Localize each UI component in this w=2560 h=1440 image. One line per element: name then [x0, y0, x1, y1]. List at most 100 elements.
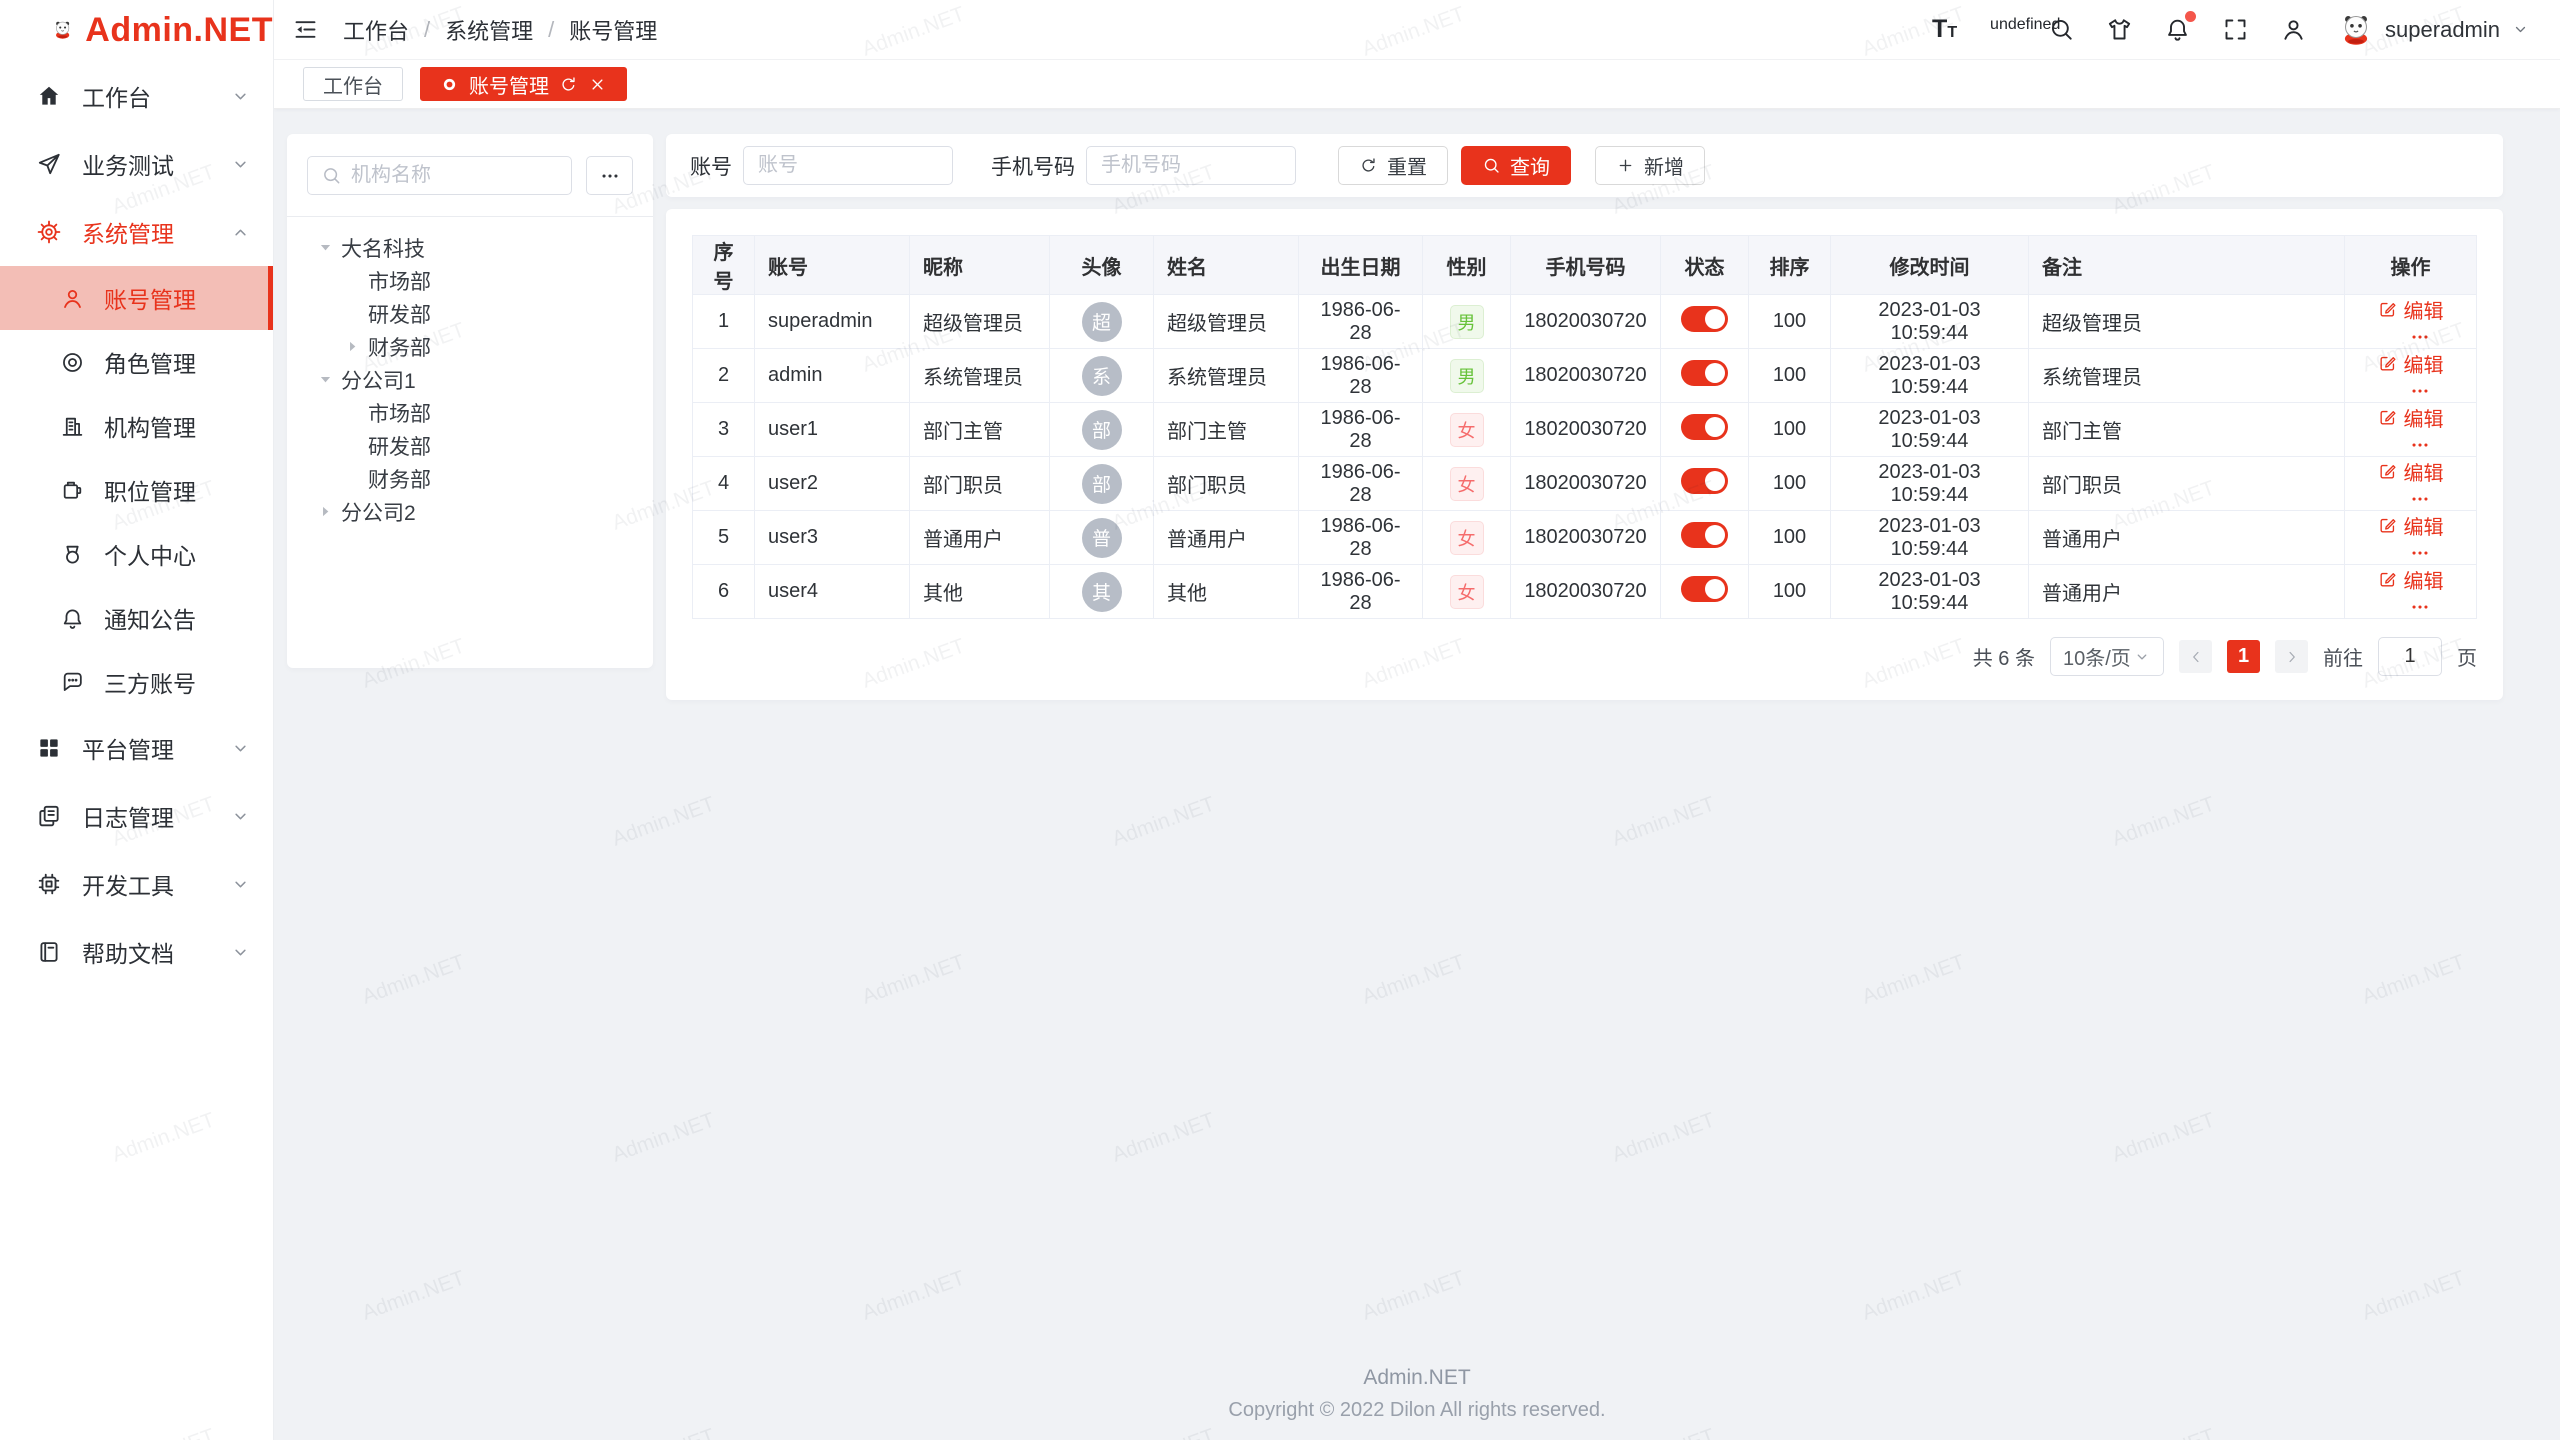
tree-node[interactable]: 财务部	[307, 462, 633, 495]
sidebar-subitem-user[interactable]: 账号管理	[0, 266, 273, 330]
reset-button[interactable]: 重置	[1338, 146, 1448, 185]
tree-node[interactable]: 财务部	[307, 330, 633, 363]
edit-button[interactable]: 编辑	[2378, 457, 2444, 486]
tree-node[interactable]: 市场部	[307, 264, 633, 297]
chip-icon	[36, 871, 62, 897]
search-icon[interactable]	[2048, 16, 2075, 43]
row-more-icon[interactable]	[2409, 434, 2431, 456]
page-size-select[interactable]: 10条/页	[2050, 637, 2164, 676]
breadcrumb-item[interactable]: 账号管理	[569, 14, 657, 46]
sidebar-item-gear[interactable]: 系统管理	[0, 198, 273, 266]
prev-page-button[interactable]	[2179, 640, 2212, 673]
sidebar-item-chip[interactable]: 开发工具	[0, 850, 273, 918]
row-more-icon[interactable]	[2409, 380, 2431, 402]
more-dots-icon	[599, 165, 621, 187]
sidebar-item-log[interactable]: 日志管理	[0, 782, 273, 850]
position-icon	[60, 478, 85, 503]
row-more-icon[interactable]	[2409, 326, 2431, 348]
column-header: 序号	[693, 236, 755, 295]
sidebar-subitem-chat[interactable]: 三方账号	[0, 650, 273, 714]
edit-button[interactable]: 编辑	[2378, 349, 2444, 378]
sidebar-item-send[interactable]: 业务测试	[0, 130, 273, 198]
edit-icon	[2378, 570, 2397, 589]
cell-birthdate: 1986-06-28	[1299, 511, 1423, 565]
table-row: 2admin系统管理员系系统管理员1986-06-28男180200307201…	[693, 349, 2477, 403]
tab[interactable]: 工作台	[303, 67, 403, 101]
current-page[interactable]: 1	[2227, 640, 2260, 673]
tree-node-label: 分公司2	[341, 497, 416, 527]
tree-node[interactable]: 分公司2	[307, 495, 633, 528]
edit-button[interactable]: 编辑	[2378, 403, 2444, 432]
fullscreen-icon[interactable]	[2222, 16, 2249, 43]
notification-icon[interactable]	[2164, 16, 2191, 43]
column-header: 出生日期	[1299, 236, 1423, 295]
phone-input[interactable]	[1086, 146, 1296, 185]
query-button[interactable]: 查询	[1461, 146, 1571, 185]
sidebar-item-book[interactable]: 帮助文档	[0, 918, 273, 986]
user-menu[interactable]: superadmin	[2338, 12, 2530, 48]
status-toggle[interactable]	[1681, 360, 1728, 386]
status-toggle[interactable]	[1681, 306, 1728, 332]
status-toggle[interactable]	[1681, 576, 1728, 602]
sidebar-subitem-roles[interactable]: 角色管理	[0, 330, 273, 394]
org-more-button[interactable]	[586, 156, 633, 195]
edit-button[interactable]: 编辑	[2378, 511, 2444, 540]
breadcrumb-item[interactable]: 系统管理	[445, 14, 533, 46]
tree-node[interactable]: 大名科技	[307, 231, 633, 264]
caret-right-icon[interactable]	[317, 503, 334, 520]
theme-icon[interactable]	[2106, 16, 2133, 43]
tree-node[interactable]: 研发部	[307, 297, 633, 330]
status-toggle[interactable]	[1681, 468, 1728, 494]
language-icon[interactable]: undefined	[1990, 16, 2017, 43]
tree-node[interactable]: 分公司1	[307, 363, 633, 396]
cell-birthdate: 1986-06-28	[1299, 403, 1423, 457]
cell-name: 系统管理员	[1154, 349, 1299, 403]
goto-page-input[interactable]	[2378, 637, 2442, 676]
next-page-button[interactable]	[2275, 640, 2308, 673]
tree-node[interactable]: 研发部	[307, 429, 633, 462]
status-toggle[interactable]	[1681, 414, 1728, 440]
font-size-icon[interactable]: TT	[1932, 16, 1959, 43]
tab-active[interactable]: 账号管理	[420, 67, 627, 101]
caret-right-icon[interactable]	[344, 338, 361, 355]
cell-actions: 编辑	[2345, 565, 2477, 619]
cell-actions: 编辑	[2345, 349, 2477, 403]
pagination: 共 6 条 10条/页 1 前往 页	[692, 637, 2477, 676]
sidebar-subitem-position[interactable]: 职位管理	[0, 458, 273, 522]
sidebar-item-home[interactable]: 工作台	[0, 62, 273, 130]
cell-phone: 18020030720	[1511, 403, 1661, 457]
caret-down-icon[interactable]	[317, 371, 334, 388]
tree-node[interactable]: 市场部	[307, 396, 633, 429]
tab-refresh-icon[interactable]	[559, 75, 578, 94]
org-search-input[interactable]	[351, 164, 558, 187]
breadcrumb-item[interactable]: 工作台	[343, 14, 409, 46]
add-button[interactable]: 新增	[1595, 146, 1705, 185]
cell-sort: 100	[1749, 511, 1831, 565]
sidebar-subitem-profile[interactable]: 个人中心	[0, 522, 273, 586]
row-more-icon[interactable]	[2409, 542, 2431, 564]
sidebar-item-grid[interactable]: 平台管理	[0, 714, 273, 782]
row-more-icon[interactable]	[2409, 488, 2431, 510]
menu-collapse-icon[interactable]	[292, 16, 319, 43]
caret-down-icon[interactable]	[317, 239, 334, 256]
accounts-table-card: 序号账号昵称头像姓名出生日期性别手机号码状态排序修改时间备注操作 1supera…	[666, 209, 2503, 700]
cell-sort: 100	[1749, 457, 1831, 511]
avatar: 超	[1082, 302, 1122, 342]
cell-account: user2	[755, 457, 910, 511]
tab-close-icon[interactable]	[588, 75, 607, 94]
chevron-up-icon	[230, 222, 251, 243]
sidebar-subitem-org[interactable]: 机构管理	[0, 394, 273, 458]
cell-phone: 18020030720	[1511, 457, 1661, 511]
gender-badge: 男	[1450, 359, 1484, 393]
status-toggle[interactable]	[1681, 522, 1728, 548]
org-search-box	[307, 156, 572, 195]
caret-placeholder	[344, 272, 361, 289]
chevron-down-icon	[2511, 20, 2530, 39]
user-icon[interactable]	[2280, 16, 2307, 43]
sidebar-subitem-bell[interactable]: 通知公告	[0, 586, 273, 650]
edit-button[interactable]: 编辑	[2378, 295, 2444, 324]
account-input[interactable]	[743, 146, 953, 185]
edit-button[interactable]: 编辑	[2378, 565, 2444, 594]
cell-actions: 编辑	[2345, 511, 2477, 565]
row-more-icon[interactable]	[2409, 596, 2431, 618]
